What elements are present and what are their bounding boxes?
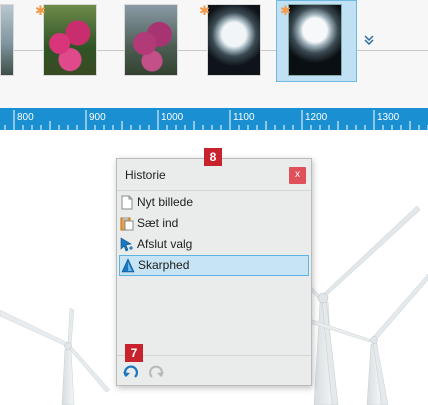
- history-item-paste[interactable]: Sæt ind: [117, 213, 311, 234]
- ruler-label: 800: [17, 112, 34, 123]
- modified-marker-icon: ✱: [199, 3, 210, 18]
- paste-icon: [120, 216, 134, 231]
- history-panel-title: Historie: [125, 168, 166, 182]
- thumbnail-lens[interactable]: [207, 4, 261, 76]
- header-divider: [117, 190, 311, 191]
- thumbnail-pink-flowers-edit[interactable]: [124, 4, 178, 76]
- history-item-label: Nyt billede: [137, 195, 194, 209]
- new-image-icon: [120, 195, 134, 210]
- history-item-label: Sæt ind: [137, 216, 179, 230]
- end-selection-icon: [120, 237, 134, 252]
- thumbnail-lens-selected[interactable]: [288, 4, 342, 76]
- history-item-label: Skarphed: [138, 258, 190, 272]
- ruler-label: 1000: [161, 112, 184, 123]
- modified-marker-icon: ✱: [280, 3, 291, 18]
- ruler-label: 900: [89, 112, 106, 123]
- ruler-label: 1100: [233, 112, 255, 123]
- history-item-new-image[interactable]: Nyt billede: [117, 192, 311, 213]
- chevron-down-icon[interactable]: [364, 35, 374, 46]
- history-item-end-selection[interactable]: Afslut valg: [117, 234, 311, 255]
- ruler-label: 1200: [305, 112, 328, 123]
- ruler-label: 1300: [377, 112, 400, 123]
- history-list: Nyt billede Sæt ind Afslut valg Skarphed: [117, 192, 311, 276]
- history-item-label: Afslut valg: [137, 237, 193, 251]
- redo-icon[interactable]: [147, 364, 165, 380]
- sharpen-icon: [121, 258, 135, 273]
- image-filmstrip: ✱ ✱ ✱: [0, 0, 428, 108]
- modified-marker-icon: ✱: [35, 3, 46, 18]
- history-item-sharpen[interactable]: Skarphed: [119, 255, 309, 276]
- thumbnail-pink-flowers[interactable]: [43, 4, 97, 76]
- callout-marker-undo: 7: [125, 344, 143, 362]
- callout-marker-panel: 8: [204, 148, 222, 166]
- footer-divider: [117, 355, 311, 356]
- close-button[interactable]: x: [289, 167, 306, 184]
- undo-icon[interactable]: [122, 364, 140, 380]
- thumbnail-landscape[interactable]: [0, 4, 14, 76]
- horizontal-ruler: 800 900 1000 1100 1200 1300: [0, 108, 428, 130]
- ruler-scale: 800 900 1000 1100 1200 1300: [4, 110, 428, 130]
- history-panel: Historie x Nyt billede Sæt ind Afslut va…: [116, 158, 312, 386]
